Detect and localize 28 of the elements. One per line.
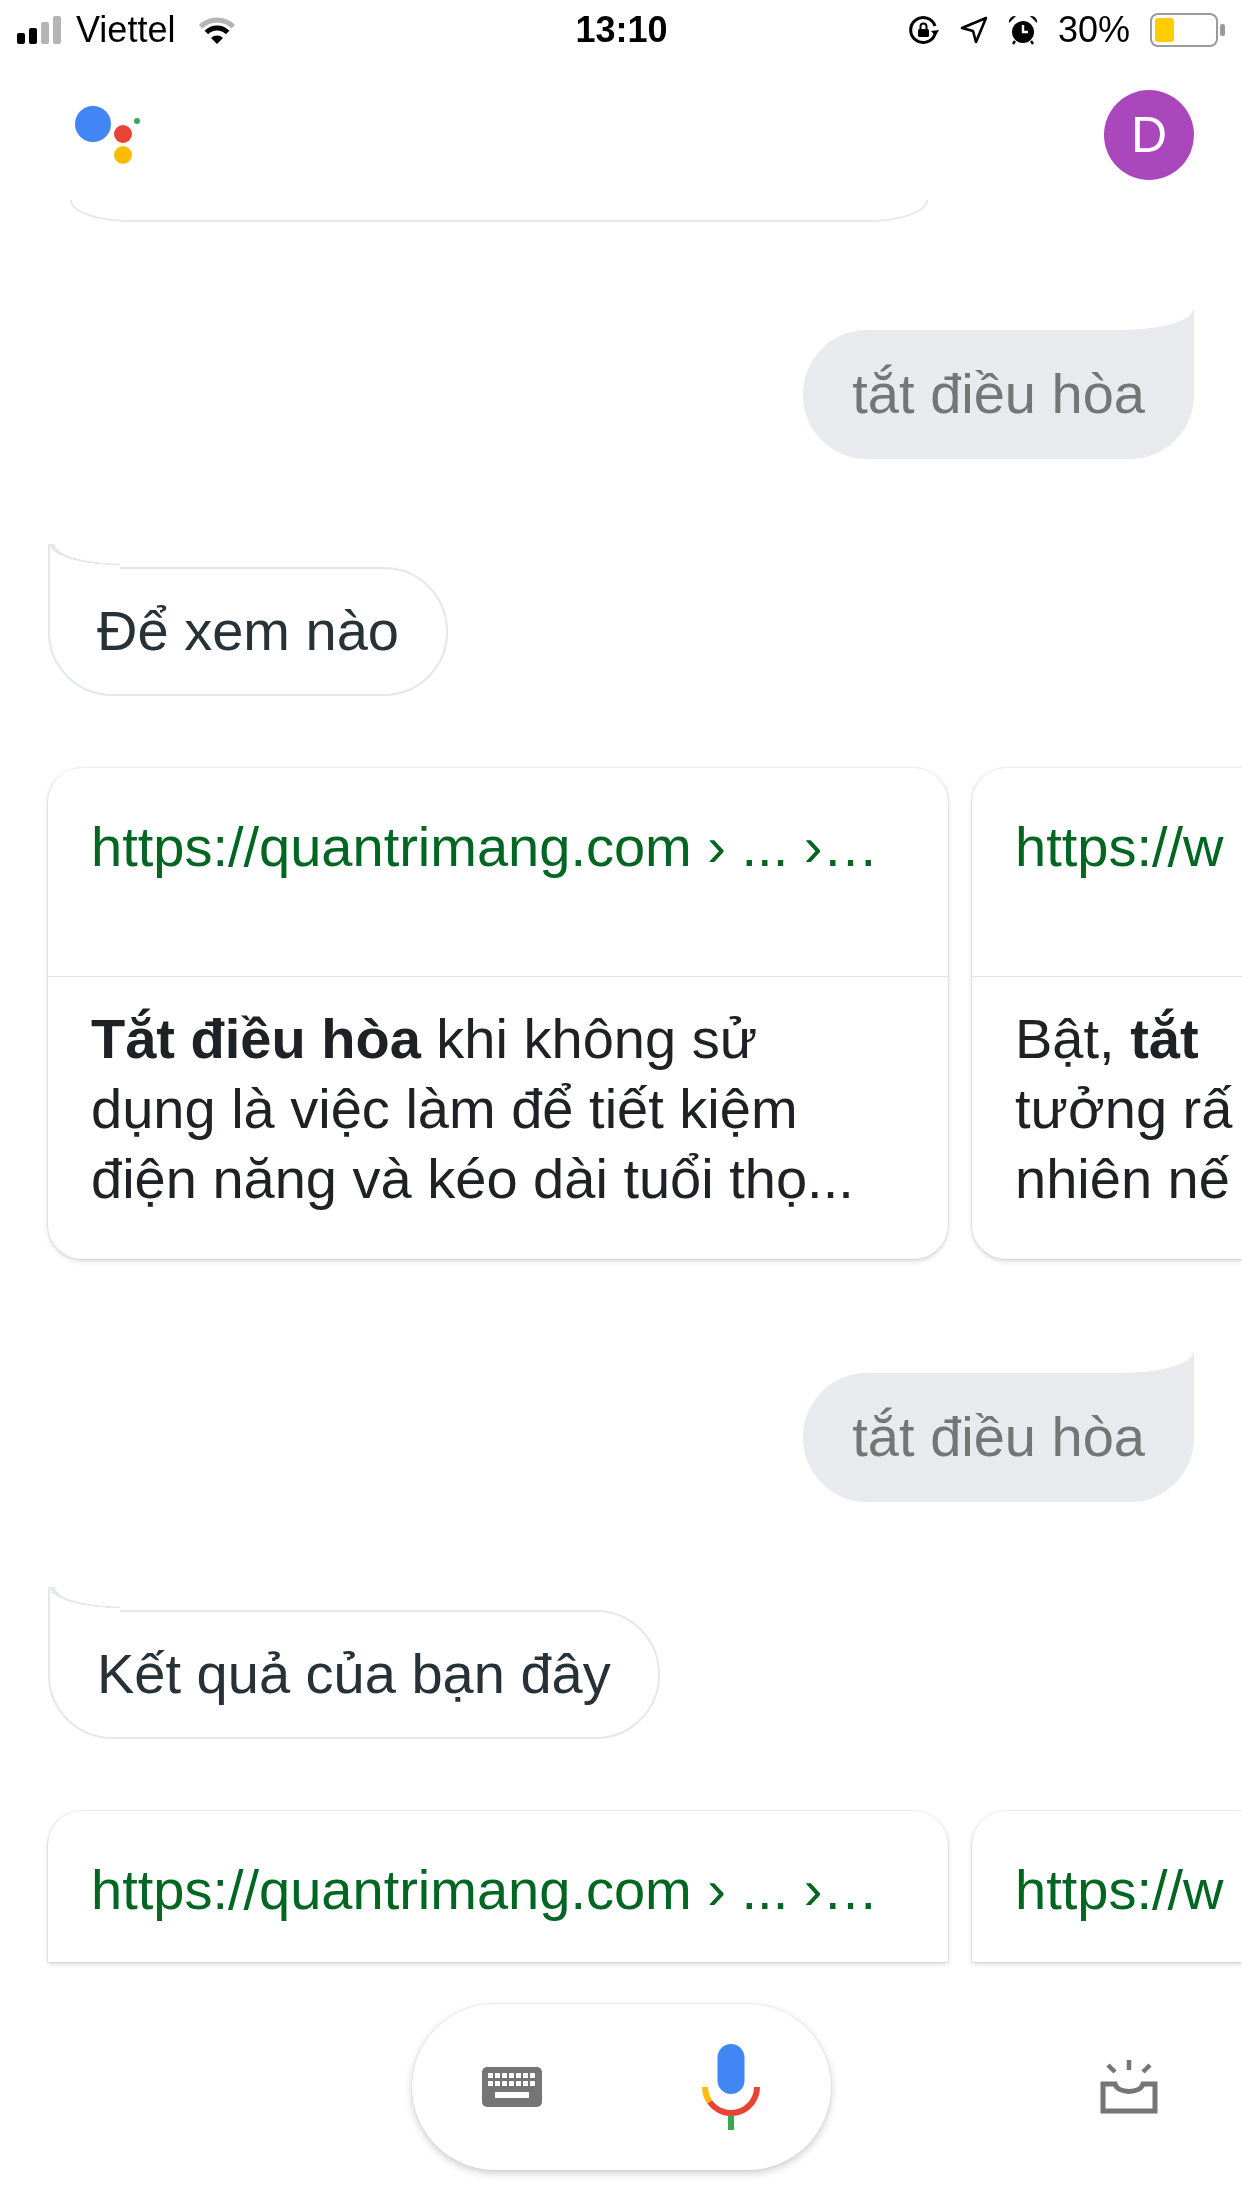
assistant-message-bubble: Kết quả của bạn đây — [48, 1587, 660, 1739]
result-card[interactable]: https://w — [972, 1811, 1242, 1962]
alarm-clock-icon — [1007, 15, 1038, 45]
source-url: https://w — [1015, 817, 1224, 877]
user-message-bubble: tắt điều hòa — [803, 309, 1194, 459]
battery-icon — [1150, 13, 1226, 47]
rotation-lock-icon — [907, 14, 940, 46]
source-url: https://quantrimang.com › ... ›… — [91, 817, 879, 877]
result-card[interactable]: https://quantrimang.com › ... ›… Tắt điều hòa khi không sử dụng là việc làm để tiết kiệm điện năng và kéo dài tuổi thọ... — [48, 768, 948, 1259]
source-url: https://quantrimang.com › ... ›… — [91, 1860, 879, 1920]
snippet-text: Tắt điều hòa khi không sử dụng là việc làm để tiết kiệm điện năng và kéo dài tuổi thọ... — [91, 1006, 854, 1212]
user-message-bubble: tắt điều hòa — [803, 1352, 1194, 1502]
location-arrow-icon — [959, 16, 988, 44]
profile-avatar[interactable]: D — [1104, 90, 1194, 180]
snippet-text: Bật, tắt tưởng rấ nhiên nế — [1015, 1006, 1233, 1212]
result-card[interactable]: https://quantrimang.com › ... ›… — [48, 1811, 948, 1962]
signal-icon — [17, 16, 63, 44]
clock-time: 13:10 — [575, 12, 668, 48]
carrier-name: Viettel — [76, 12, 176, 48]
keyboard-icon[interactable] — [481, 2067, 542, 2107]
result-card[interactable]: https://w Bật, tắt tưởng rấ nhiên nế — [972, 768, 1242, 1259]
tray-icon[interactable] — [1100, 2060, 1158, 2114]
battery-percent: 30% — [1057, 12, 1130, 48]
source-url: https://w — [1015, 1860, 1224, 1920]
dots-logo-icon — [75, 105, 141, 165]
microphone-icon[interactable] — [700, 2044, 761, 2130]
assistant-message-bubble: Để xem nào — [48, 544, 448, 696]
wifi-icon — [197, 15, 238, 45]
